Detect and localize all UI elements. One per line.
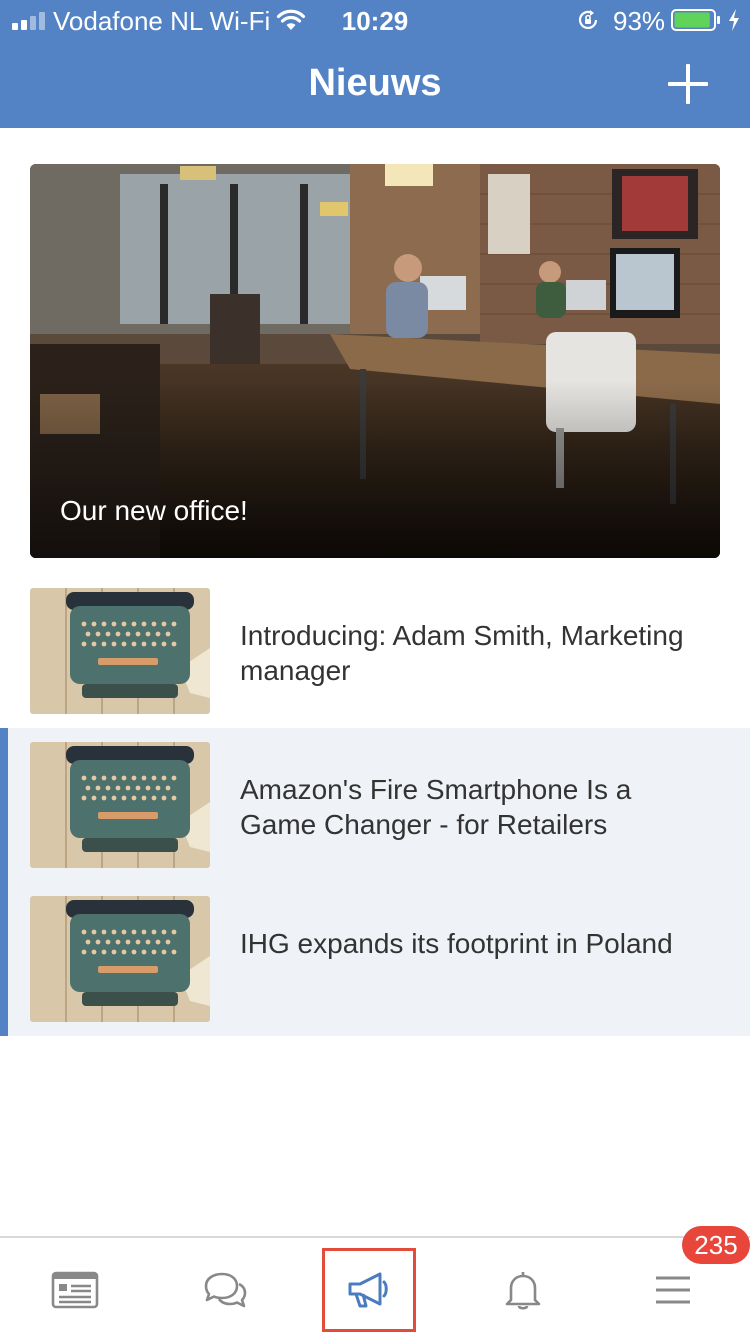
- news-item-title: IHG expands its footprint in Poland: [240, 928, 673, 959]
- battery-percent: 93%: [613, 6, 666, 36]
- carrier-name: Vodafone NL Wi-Fi: [53, 6, 271, 36]
- tab-news-feed[interactable]: [28, 1248, 122, 1332]
- tab-announcements[interactable]: [322, 1248, 416, 1332]
- typewriter-thumbnail: [30, 742, 210, 868]
- wifi-icon: [276, 9, 306, 30]
- page-title: Nieuws: [308, 62, 442, 104]
- news-list: Introducing: Adam Smith, Marketing manag…: [0, 574, 750, 1036]
- chat-bubbles-icon: [204, 1272, 247, 1308]
- news-item-title: Introducing: Adam Smith, Marketing manag…: [240, 620, 684, 686]
- featured-article-title: Our new office!: [60, 495, 248, 526]
- newspaper-icon: [51, 1271, 99, 1309]
- typewriter-thumbnail: [30, 896, 210, 1022]
- news-item[interactable]: Amazon's Fire Smartphone Is a Game Chang…: [0, 728, 750, 882]
- charging-bolt-icon: [729, 9, 739, 31]
- bell-icon: [505, 1272, 541, 1310]
- menu-icon: [656, 1276, 690, 1304]
- add-news-button[interactable]: [660, 56, 716, 112]
- battery-icon: [671, 9, 720, 31]
- featured-article-card[interactable]: Our new office!: [30, 164, 720, 558]
- rotation-lock-icon: [578, 10, 598, 29]
- app-header: Vodafone NL Wi-Fi 10:29 93% Nieuws: [0, 0, 750, 128]
- news-item[interactable]: IHG expands its footprint in Poland: [0, 882, 750, 1036]
- notification-count-badge: 235: [682, 1226, 750, 1264]
- news-item[interactable]: Introducing: Adam Smith, Marketing manag…: [0, 574, 750, 728]
- news-screen: Vodafone NL Wi-Fi 10:29 93% Nieuws Our n…: [0, 0, 750, 1334]
- signal-icon: [12, 12, 48, 30]
- status-bar: Vodafone NL Wi-Fi 10:29 93%: [0, 0, 750, 40]
- typewriter-thumbnail: [30, 588, 210, 714]
- tab-notifications[interactable]: [476, 1248, 570, 1332]
- megaphone-icon: [348, 1272, 388, 1308]
- plus-icon: [668, 64, 708, 104]
- news-item-title: Amazon's Fire Smartphone Is a Game Chang…: [240, 774, 632, 840]
- bottom-tab-bar: 235: [0, 1226, 750, 1334]
- tab-chat[interactable]: [178, 1248, 272, 1332]
